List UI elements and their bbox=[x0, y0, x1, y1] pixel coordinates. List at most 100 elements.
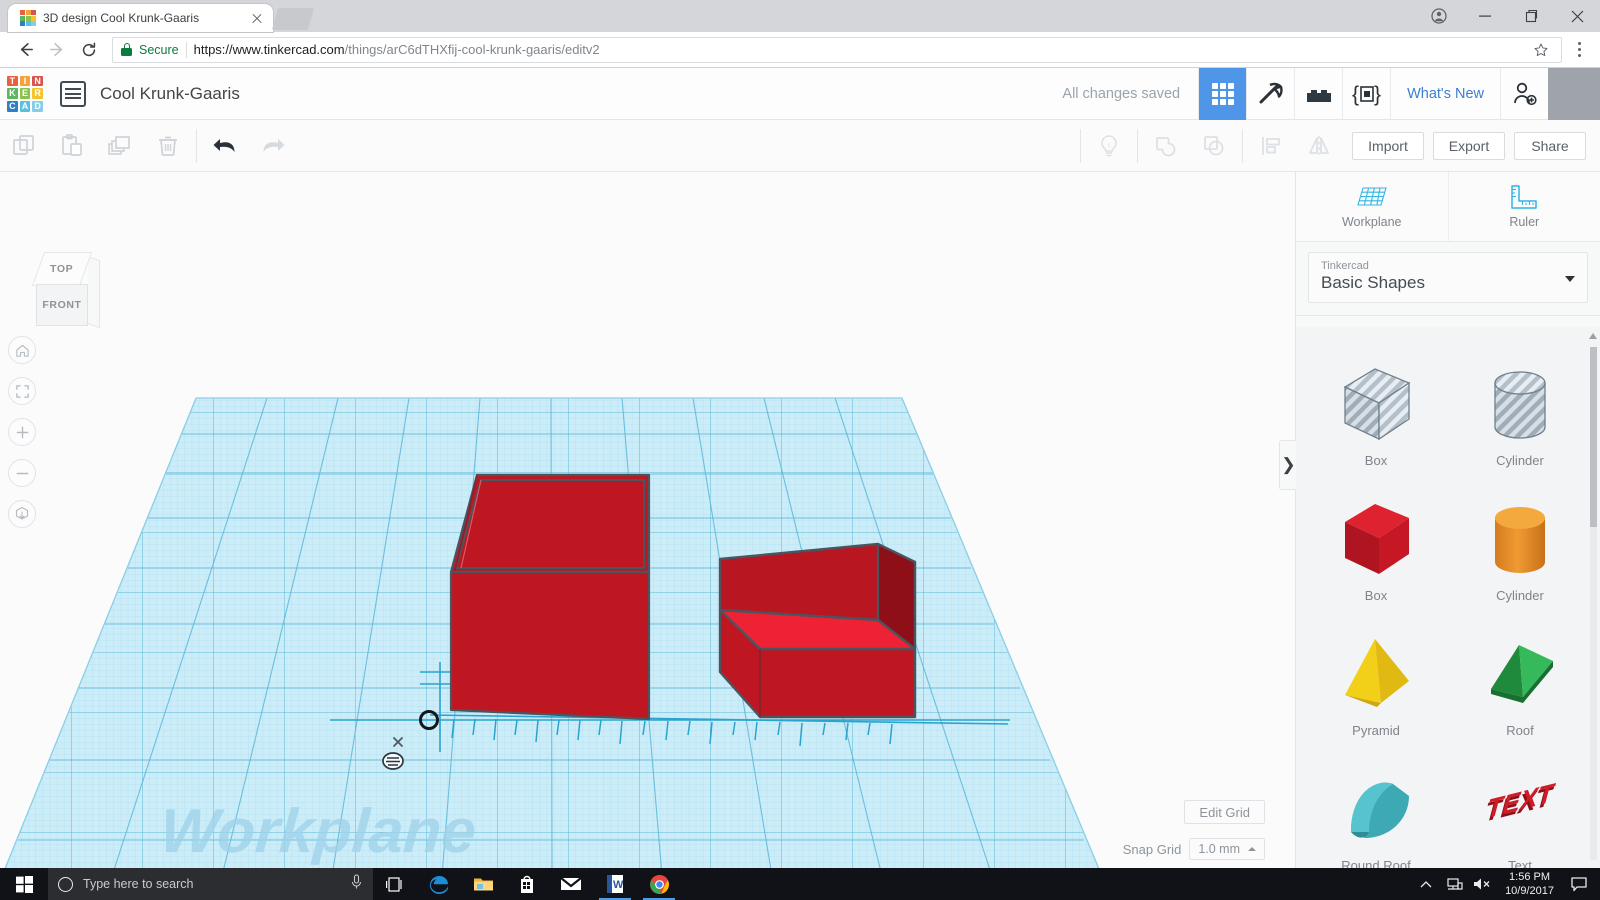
app-header-right: All changes saved {} What's New bbox=[1044, 67, 1600, 120]
shape-item-box-hole[interactable]: Box bbox=[1304, 337, 1448, 472]
view-cube[interactable]: TOP FRONT bbox=[22, 246, 102, 329]
star-icon[interactable] bbox=[1529, 38, 1553, 62]
add-person-icon[interactable] bbox=[1500, 67, 1548, 120]
mirror-icon[interactable] bbox=[1295, 120, 1343, 172]
user-avatar[interactable] bbox=[1548, 67, 1600, 120]
toolbar-divider bbox=[1080, 128, 1081, 163]
system-tray: 1:56 PM 10/9/2017 bbox=[1413, 868, 1600, 900]
maximize-icon[interactable] bbox=[1508, 0, 1554, 32]
view-cube-front-face[interactable]: FRONT bbox=[36, 284, 88, 326]
hole-cylinder-icon bbox=[1494, 371, 1546, 439]
minimize-icon[interactable] bbox=[1462, 0, 1508, 32]
ungroup-icon[interactable] bbox=[1190, 120, 1238, 172]
zoom-in-button[interactable] bbox=[8, 418, 36, 446]
copy-icon[interactable] bbox=[0, 120, 48, 172]
tinkercad-favicon bbox=[20, 10, 36, 26]
volume-muted-icon[interactable] bbox=[1469, 868, 1495, 900]
windows-start-icon[interactable] bbox=[0, 868, 48, 900]
lightbulb-icon[interactable] bbox=[1085, 120, 1133, 172]
toolbar-divider bbox=[1137, 128, 1138, 163]
import-button[interactable]: Import bbox=[1352, 131, 1424, 160]
library-selector[interactable]: Tinkercad Basic Shapes bbox=[1308, 252, 1588, 303]
duplicate-icon[interactable] bbox=[96, 120, 144, 172]
workplane-grid-icon bbox=[1357, 187, 1387, 206]
caret-up-icon bbox=[1248, 847, 1256, 851]
shape-label: Text bbox=[1508, 858, 1532, 868]
fit-to-view-button[interactable] bbox=[8, 377, 36, 405]
new-tab-button[interactable] bbox=[271, 8, 315, 30]
home-view-button[interactable] bbox=[8, 336, 36, 364]
edit-grid-button[interactable]: Edit Grid bbox=[1184, 800, 1265, 824]
ortho-perspective-button[interactable] bbox=[8, 500, 36, 528]
shape-item-roof[interactable]: Roof bbox=[1448, 607, 1592, 742]
paste-icon[interactable] bbox=[48, 120, 96, 172]
forward-arrow-icon[interactable] bbox=[42, 35, 72, 65]
scrollbar-thumb[interactable] bbox=[1590, 347, 1597, 527]
panel-scrollbar[interactable] bbox=[1589, 333, 1598, 860]
chevron-up-icon[interactable] bbox=[1413, 868, 1439, 900]
url-domain: https://www.tinkercad.com bbox=[193, 42, 345, 57]
address-bar[interactable]: Secure https://www.tinkercad.com/things/… bbox=[112, 36, 1562, 63]
snap-grid-select[interactable]: 1.0 mm bbox=[1189, 838, 1265, 860]
group-icon[interactable] bbox=[1142, 120, 1190, 172]
panel-collapse-toggle[interactable]: ❯ bbox=[1279, 440, 1297, 490]
shape-item-pyramid[interactable]: Pyramid bbox=[1304, 607, 1448, 742]
scroll-up-arrow-icon[interactable] bbox=[1589, 333, 1597, 339]
view-cube-top-face[interactable]: TOP bbox=[31, 252, 93, 286]
share-button[interactable]: Share bbox=[1514, 131, 1586, 160]
workplane-scene: Workplane bbox=[2, 397, 1102, 868]
action-center-icon[interactable] bbox=[1564, 868, 1594, 900]
redo-icon[interactable] bbox=[249, 120, 297, 172]
close-icon[interactable] bbox=[1554, 0, 1600, 32]
grid-blocks-icon[interactable] bbox=[1198, 67, 1247, 120]
brick-icon[interactable] bbox=[1294, 67, 1342, 120]
export-button[interactable]: Export bbox=[1433, 131, 1505, 160]
zoom-out-button[interactable] bbox=[8, 459, 36, 487]
shapes-list[interactable]: Box Cylinder Box Cylinder Pyramid Roof R… bbox=[1296, 327, 1600, 868]
microsoft-store-icon[interactable] bbox=[505, 868, 549, 900]
document-list-icon[interactable] bbox=[60, 80, 86, 107]
browser-toolbar: Secure https://www.tinkercad.com/things/… bbox=[0, 32, 1600, 68]
network-icon[interactable] bbox=[1441, 868, 1467, 900]
task-view-icon[interactable] bbox=[373, 868, 417, 900]
whats-new-link[interactable]: What's New bbox=[1390, 67, 1500, 120]
plus-icon bbox=[16, 426, 28, 438]
back-arrow-icon[interactable] bbox=[10, 35, 40, 65]
file-explorer-icon[interactable] bbox=[461, 868, 505, 900]
tab-close-icon[interactable] bbox=[249, 10, 265, 26]
chrome-icon[interactable] bbox=[637, 868, 681, 900]
delete-trash-icon[interactable] bbox=[144, 120, 192, 172]
taskbar-clock[interactable]: 1:56 PM 10/9/2017 bbox=[1497, 868, 1562, 900]
page-title[interactable]: Cool Krunk-Gaaris bbox=[100, 84, 240, 104]
shape-item-cylinder-hole[interactable]: Cylinder bbox=[1448, 337, 1592, 472]
tinkercad-logo[interactable]: T I N K E R C A D bbox=[4, 73, 46, 115]
browser-window: 3D design Cool Krunk-Gaaris Secure https… bbox=[0, 0, 1600, 868]
search-input[interactable]: Type here to search bbox=[48, 868, 373, 900]
shape-item-text[interactable]: TEXT TEXT Text bbox=[1448, 742, 1592, 868]
codeblocks-icon[interactable]: { } bbox=[1342, 67, 1390, 120]
yellow-pyramid-icon bbox=[1345, 639, 1409, 707]
mail-icon[interactable] bbox=[549, 868, 593, 900]
kebab-menu-icon[interactable] bbox=[1568, 36, 1590, 64]
shape-item-round-roof[interactable]: Round Roof bbox=[1304, 742, 1448, 868]
ruler-tool[interactable]: Ruler bbox=[1449, 172, 1600, 241]
pickaxe-icon[interactable] bbox=[1246, 67, 1294, 120]
microphone-icon[interactable] bbox=[350, 873, 363, 895]
browser-tab[interactable]: 3D design Cool Krunk-Gaaris bbox=[8, 4, 273, 32]
shape-item-cylinder[interactable]: Cylinder bbox=[1448, 472, 1592, 607]
undo-icon[interactable] bbox=[201, 120, 249, 172]
3d-viewport[interactable]: Workplane TOP FRONT Edit Grid Snap Grid … bbox=[0, 172, 1295, 868]
word-icon[interactable]: W bbox=[593, 868, 637, 900]
reload-icon[interactable] bbox=[74, 35, 104, 65]
snap-grid-label: Snap Grid bbox=[1122, 841, 1182, 857]
shape-item-box[interactable]: Box bbox=[1304, 472, 1448, 607]
library-selector-wrap: Tinkercad Basic Shapes bbox=[1296, 242, 1600, 316]
workplane-tool[interactable]: Workplane bbox=[1296, 172, 1449, 241]
align-icon[interactable] bbox=[1247, 120, 1295, 172]
shape-label: Cylinder bbox=[1496, 453, 1544, 468]
profile-icon[interactable] bbox=[1416, 0, 1462, 32]
edge-browser-icon[interactable] bbox=[417, 868, 461, 900]
home-icon bbox=[15, 344, 29, 357]
snap-grid-row: Snap Grid 1.0 mm bbox=[1123, 838, 1265, 860]
logo-tile: D bbox=[32, 100, 43, 112]
